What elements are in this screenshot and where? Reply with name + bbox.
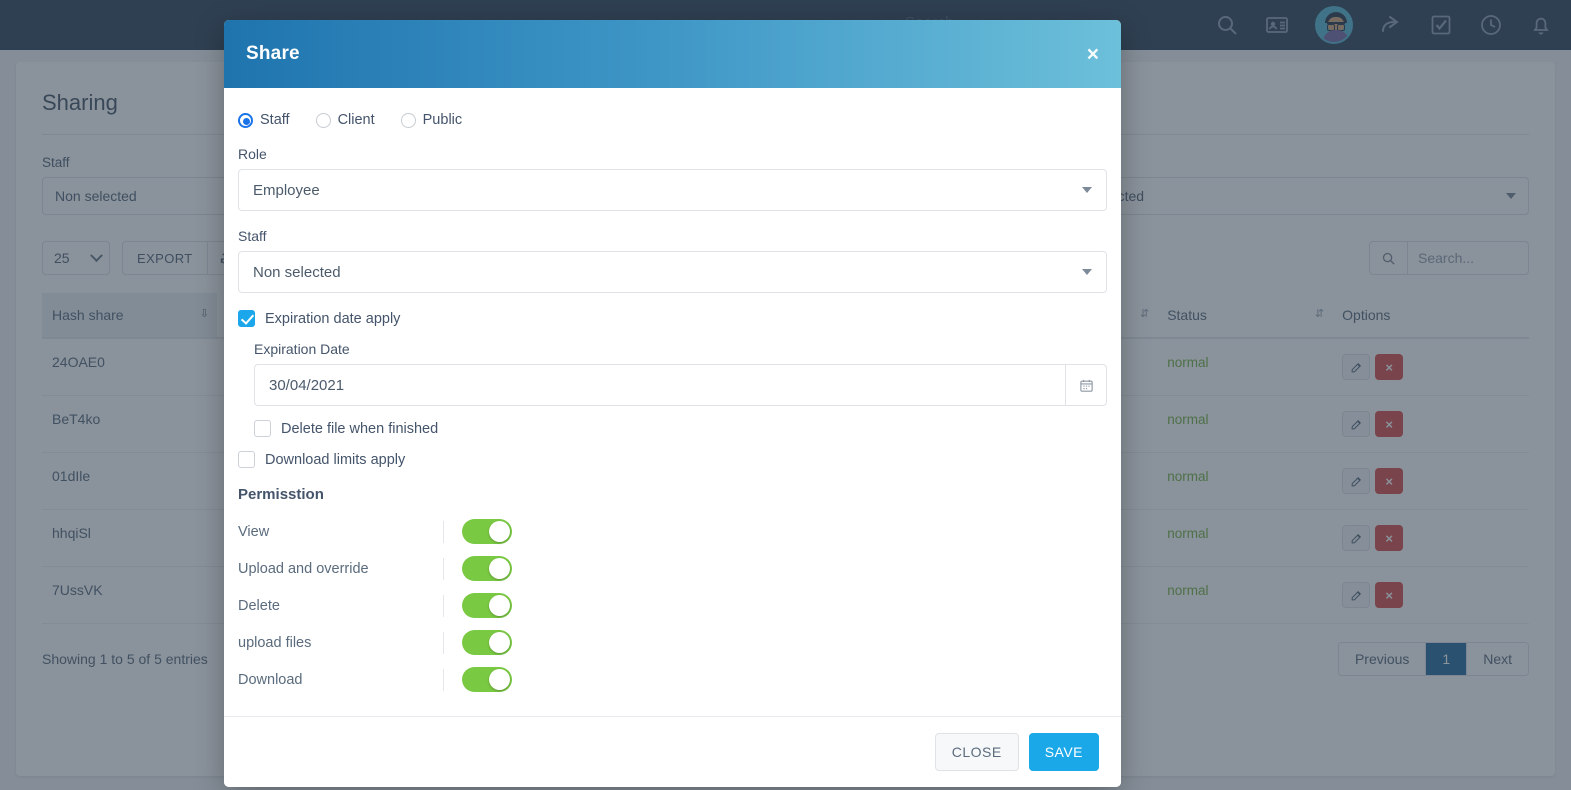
- toggle-knob: [489, 521, 510, 542]
- toggle-knob: [489, 632, 510, 653]
- chevron-down-icon: [1082, 187, 1092, 193]
- modal-title: Share: [246, 43, 300, 64]
- radio-public-indicator[interactable]: [400, 112, 416, 128]
- toggle-knob: [489, 595, 510, 616]
- delete-when-finished-checkbox[interactable]: [254, 420, 271, 437]
- radio-client-label: Client: [337, 112, 375, 128]
- staff-select[interactable]: Non selected: [238, 251, 1107, 293]
- radio-staff-indicator[interactable]: [238, 112, 253, 128]
- divider: [443, 668, 444, 691]
- delete-when-finished-row[interactable]: Delete file when finished: [254, 420, 1107, 437]
- modal-body: Staff Client Public Role Employee Staff …: [224, 88, 1121, 716]
- divider: [443, 557, 444, 580]
- radio-client-indicator[interactable]: [315, 112, 331, 128]
- download-limits-checkbox[interactable]: [238, 451, 255, 468]
- expiration-date-label: Expiration Date: [254, 341, 350, 357]
- permission-toggle[interactable]: [462, 519, 512, 544]
- expiration-section: Expiration Date 30/04/2021 Delete file w…: [254, 341, 1107, 437]
- calendar-icon[interactable]: [1065, 364, 1107, 406]
- expiration-date-input[interactable]: 30/04/2021: [254, 364, 1065, 406]
- download-limits-row[interactable]: Download limits apply: [238, 451, 1107, 468]
- modal-footer: CLOSE SAVE: [224, 716, 1121, 787]
- toggle-knob: [489, 558, 510, 579]
- permission-row: View: [238, 513, 1107, 550]
- expiration-apply-checkbox[interactable]: [238, 310, 255, 327]
- chevron-down-icon: [1082, 269, 1092, 275]
- role-label: Role: [238, 146, 267, 162]
- download-limits-label: Download limits apply: [265, 451, 406, 468]
- permission-label: Delete: [238, 597, 280, 614]
- expiration-apply-label: Expiration date apply: [265, 310, 401, 327]
- permission-row: Upload and override: [238, 550, 1107, 587]
- role-value: Employee: [253, 181, 320, 199]
- role-select[interactable]: Employee: [238, 169, 1107, 211]
- toggle-knob: [489, 669, 510, 690]
- divider: [443, 631, 444, 654]
- permission-row: Download: [238, 661, 1107, 698]
- staff-label: Staff: [238, 228, 267, 244]
- permission-toggle[interactable]: [462, 630, 512, 655]
- modal-header: Share ×: [224, 20, 1121, 88]
- permission-label: View: [238, 523, 270, 540]
- staff-value: Non selected: [253, 263, 341, 281]
- permissions-list: View Upload and override Delete upload file…: [238, 513, 1107, 698]
- divider: [443, 520, 444, 543]
- delete-when-finished-label: Delete file when finished: [281, 420, 439, 437]
- permission-toggle[interactable]: [462, 667, 512, 692]
- permission-label: upload files: [238, 634, 312, 651]
- radio-option-public[interactable]: Public: [400, 112, 463, 128]
- permission-label: Download: [238, 671, 303, 688]
- permission-row: upload files: [238, 624, 1107, 661]
- radio-public-label: Public: [422, 112, 463, 128]
- share-modal: Share × Staff Client Public Role Employe…: [224, 20, 1121, 787]
- save-button[interactable]: SAVE: [1028, 733, 1099, 771]
- expiration-date-field: 30/04/2021: [254, 364, 1107, 406]
- divider: [443, 594, 444, 617]
- permission-toggle[interactable]: [462, 556, 512, 581]
- permissions-title: Permisstion: [238, 486, 324, 503]
- close-icon[interactable]: ×: [1087, 44, 1099, 65]
- radio-option-client[interactable]: Client: [315, 112, 375, 128]
- expiration-apply-row[interactable]: Expiration date apply: [238, 310, 1107, 327]
- permission-row: Delete: [238, 587, 1107, 624]
- permission-label: Upload and override: [238, 560, 369, 577]
- close-button[interactable]: CLOSE: [934, 733, 1019, 771]
- radio-staff-label: Staff: [260, 112, 290, 128]
- permission-toggle[interactable]: [462, 593, 512, 618]
- radio-option-staff[interactable]: Staff: [238, 112, 290, 128]
- share-target-radio-group: Staff Client Public: [238, 112, 1107, 128]
